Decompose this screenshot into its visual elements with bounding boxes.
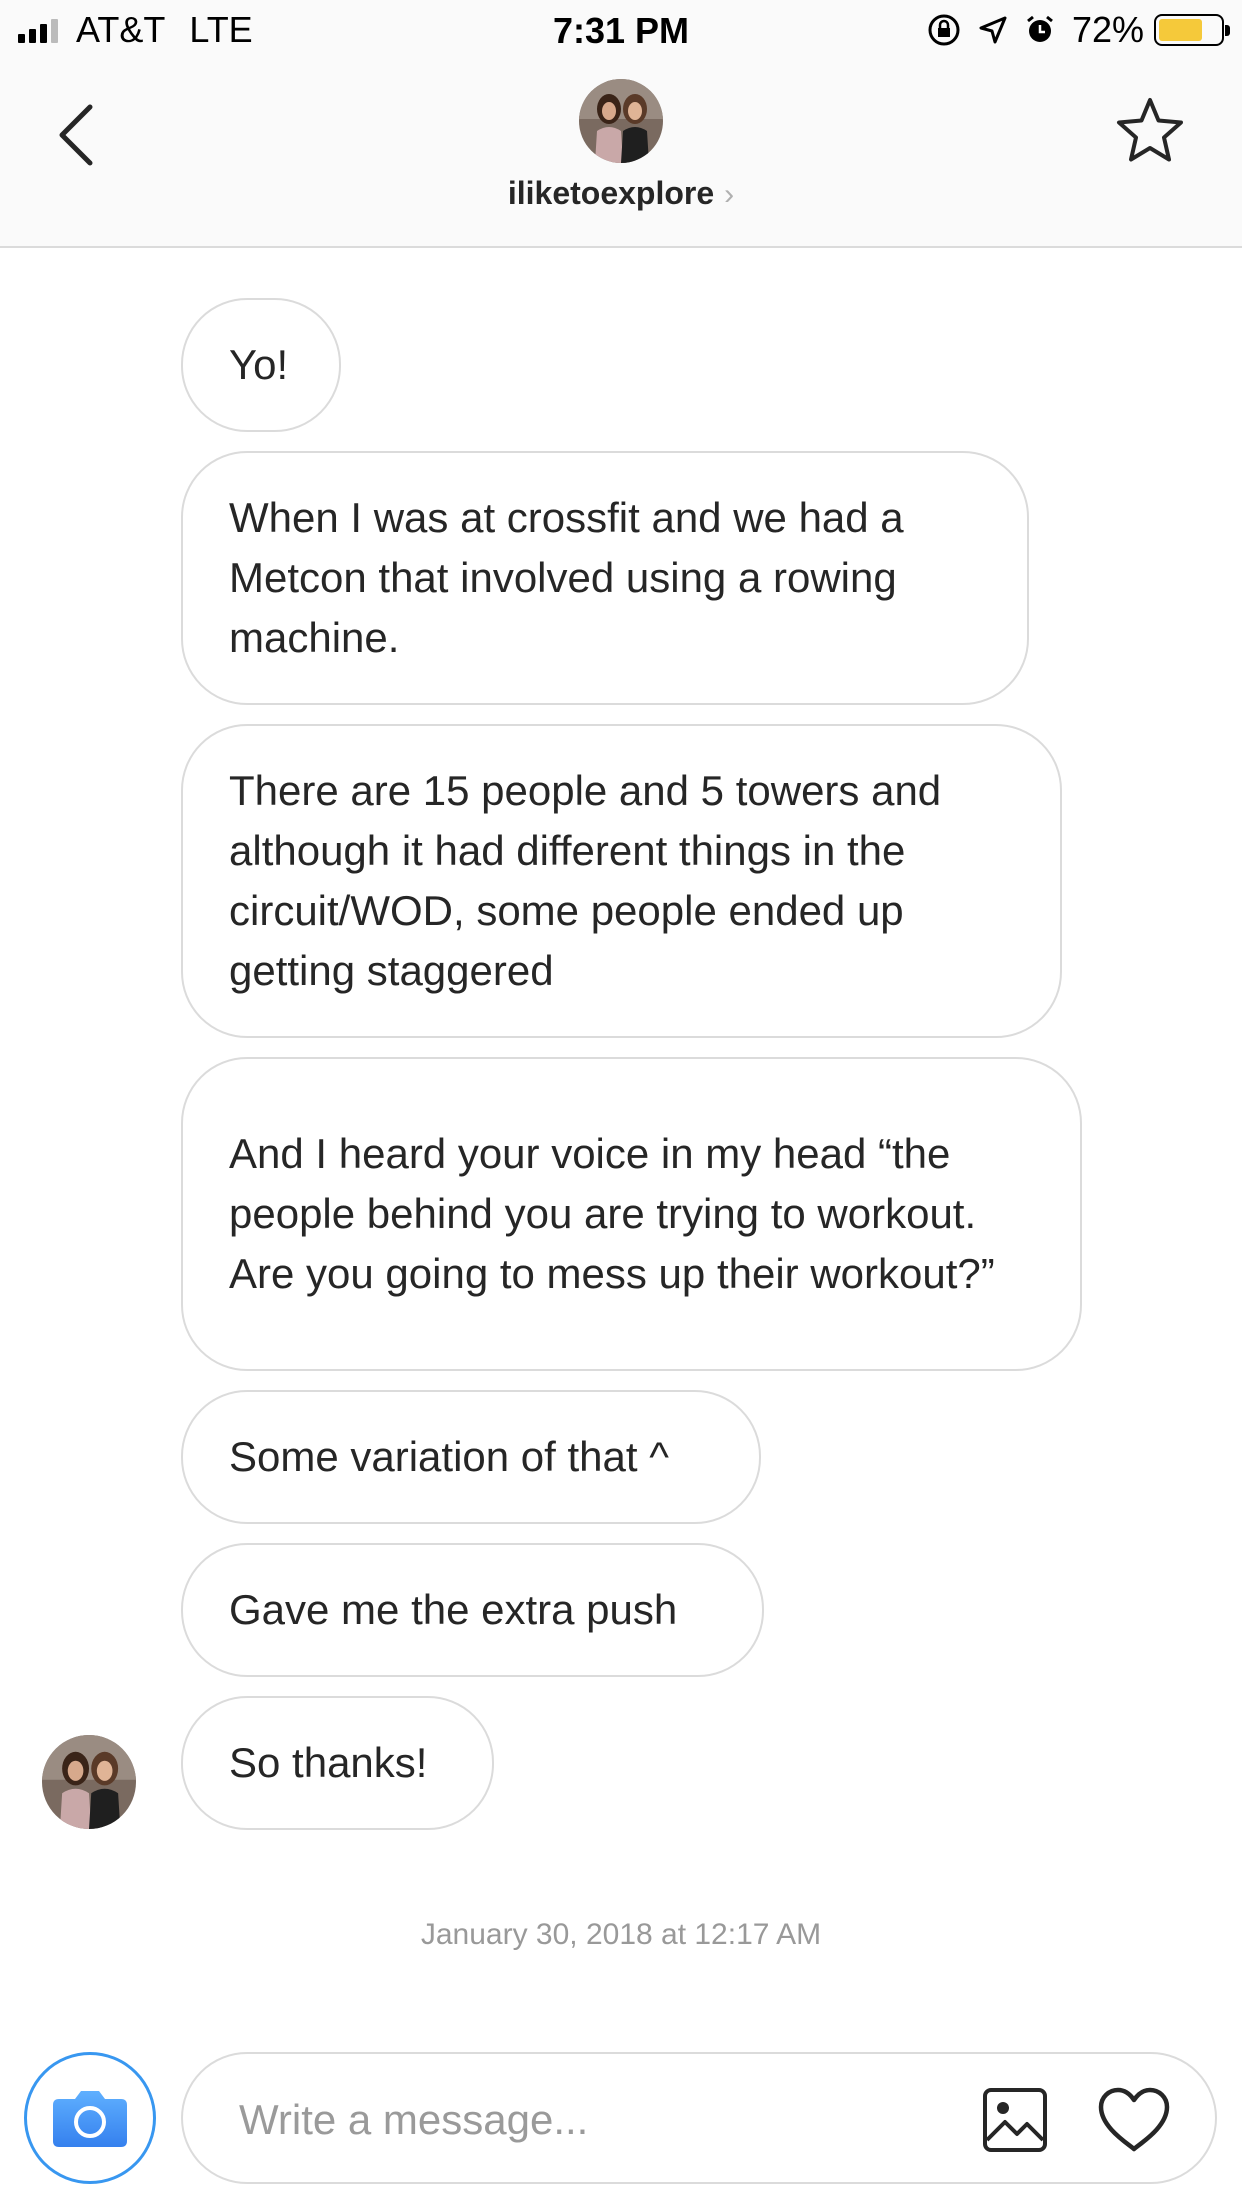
heart-button[interactable] (1094, 2082, 1174, 2158)
message-bubble[interactable]: When I was at crossfit and we had a Metc… (181, 451, 1029, 705)
message-composer (181, 2052, 1217, 2184)
message-text: Gave me the extra push (229, 1586, 678, 1633)
back-button[interactable] (46, 95, 106, 175)
chevron-left-icon (59, 104, 93, 166)
message-text: When I was at crossfit and we had a Metc… (229, 494, 904, 661)
message-bubble[interactable]: Gave me the extra push (181, 1543, 764, 1677)
battery-icon (1154, 14, 1230, 46)
star-button[interactable] (1110, 90, 1190, 170)
conversation-username[interactable]: iliketoexplore › (0, 175, 1242, 212)
message-text: Yo! (229, 341, 289, 388)
camera-button-inner (32, 2060, 148, 2176)
battery-percent: 72% (1071, 9, 1144, 50)
star-icon (1117, 98, 1183, 162)
username-label: iliketoexplore (507, 175, 715, 211)
heart-icon (1098, 2087, 1170, 2152)
message-bubble[interactable]: And I heard your voice in my head “the p… (181, 1057, 1082, 1371)
camera-button[interactable] (24, 2052, 156, 2184)
chevron-right-icon: › (724, 178, 735, 211)
message-input[interactable] (239, 2084, 939, 2156)
message-text: So thanks! (229, 1739, 428, 1786)
avatar[interactable] (579, 79, 663, 163)
message-bubble[interactable]: There are 15 people and 5 towers and alt… (181, 724, 1062, 1038)
message-bubble[interactable]: Yo! (181, 298, 341, 432)
status-bar: AT&T LTE 7:31 PM 72% (0, 0, 1242, 60)
message-text: Some variation of that ^ (229, 1433, 669, 1480)
alarm-icon (1024, 14, 1056, 46)
message-text: There are 15 people and 5 towers and alt… (229, 767, 942, 994)
sender-avatar[interactable] (42, 1735, 136, 1829)
message-bubble[interactable]: Some variation of that ^ (181, 1390, 761, 1524)
status-right: 72% (926, 9, 1230, 50)
gallery-icon (983, 2088, 1047, 2152)
rotation-lock-icon (926, 12, 962, 48)
message-timestamp: January 30, 2018 at 12:17 AM (420, 1918, 822, 1951)
gallery-button[interactable] (977, 2082, 1053, 2158)
location-icon (978, 15, 1008, 45)
conversation-header: iliketoexplore › (0, 60, 1242, 248)
camera-icon (53, 2091, 127, 2147)
message-text: And I heard your voice in my head “the p… (229, 1130, 995, 1297)
message-bubble[interactable]: So thanks! (181, 1696, 494, 1830)
